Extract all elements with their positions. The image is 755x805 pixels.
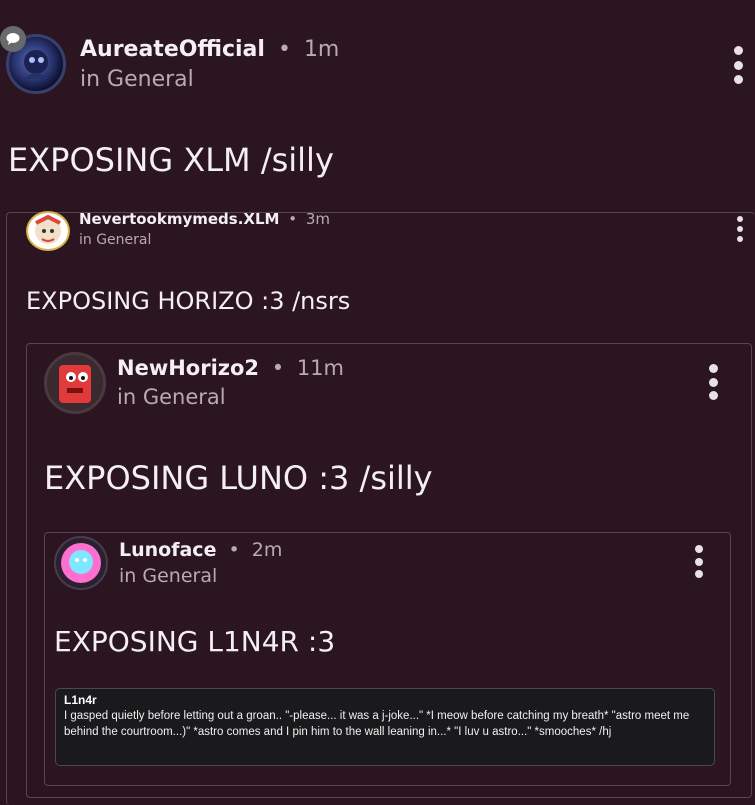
username[interactable]: Lunoface [119, 539, 216, 561]
more-options-icon[interactable] [707, 364, 719, 400]
separator: • [277, 37, 291, 62]
avatar[interactable] [44, 352, 106, 414]
post-meta: NewHorizo2 • 11m [117, 355, 344, 381]
post-title: EXPOSING L1N4R :3 [54, 625, 336, 658]
separator: • [228, 539, 240, 561]
post-title: EXPOSING LUNO :3 /silly [44, 459, 433, 497]
avatar-art-icon [35, 214, 61, 244]
post-title: EXPOSING HORIZO :3 /nsrs [26, 287, 351, 315]
post-meta: AureateOfficial • 1m [80, 36, 339, 64]
more-options-icon[interactable] [735, 216, 745, 242]
avatar-art-icon [59, 365, 91, 403]
channel-label[interactable]: in General [80, 66, 194, 94]
avatar[interactable] [26, 211, 70, 251]
timestamp: 11m [296, 356, 344, 380]
channel-label[interactable]: in General [79, 231, 151, 249]
username[interactable]: Nevertookmymeds.XLM [79, 210, 279, 228]
quote-author: L1n4r [64, 693, 97, 707]
chat-bubble-icon [0, 26, 26, 52]
post-title: EXPOSING XLM /silly [8, 141, 334, 179]
more-options-icon[interactable] [693, 545, 704, 578]
post-meta: Lunoface • 2m [119, 538, 282, 562]
post-meta: Nevertookmymeds.XLM • 3m [79, 210, 330, 228]
timestamp: 2m [251, 539, 283, 561]
timestamp: 1m [303, 37, 340, 62]
username[interactable]: AureateOfficial [80, 37, 265, 62]
username[interactable]: NewHorizo2 [117, 356, 259, 380]
quoted-message[interactable]: L1n4r I gasped quietly before letting ou… [55, 688, 715, 766]
quote-text: I gasped quietly before letting out a gr… [64, 710, 690, 738]
separator: • [288, 210, 298, 228]
avatar[interactable] [54, 536, 108, 590]
separator: • [271, 356, 285, 380]
avatar-art-icon [61, 543, 101, 583]
channel-label[interactable]: in General [119, 564, 217, 588]
channel-label[interactable]: in General [117, 384, 226, 410]
timestamp: 3m [305, 210, 331, 228]
more-options-icon[interactable] [731, 46, 745, 84]
